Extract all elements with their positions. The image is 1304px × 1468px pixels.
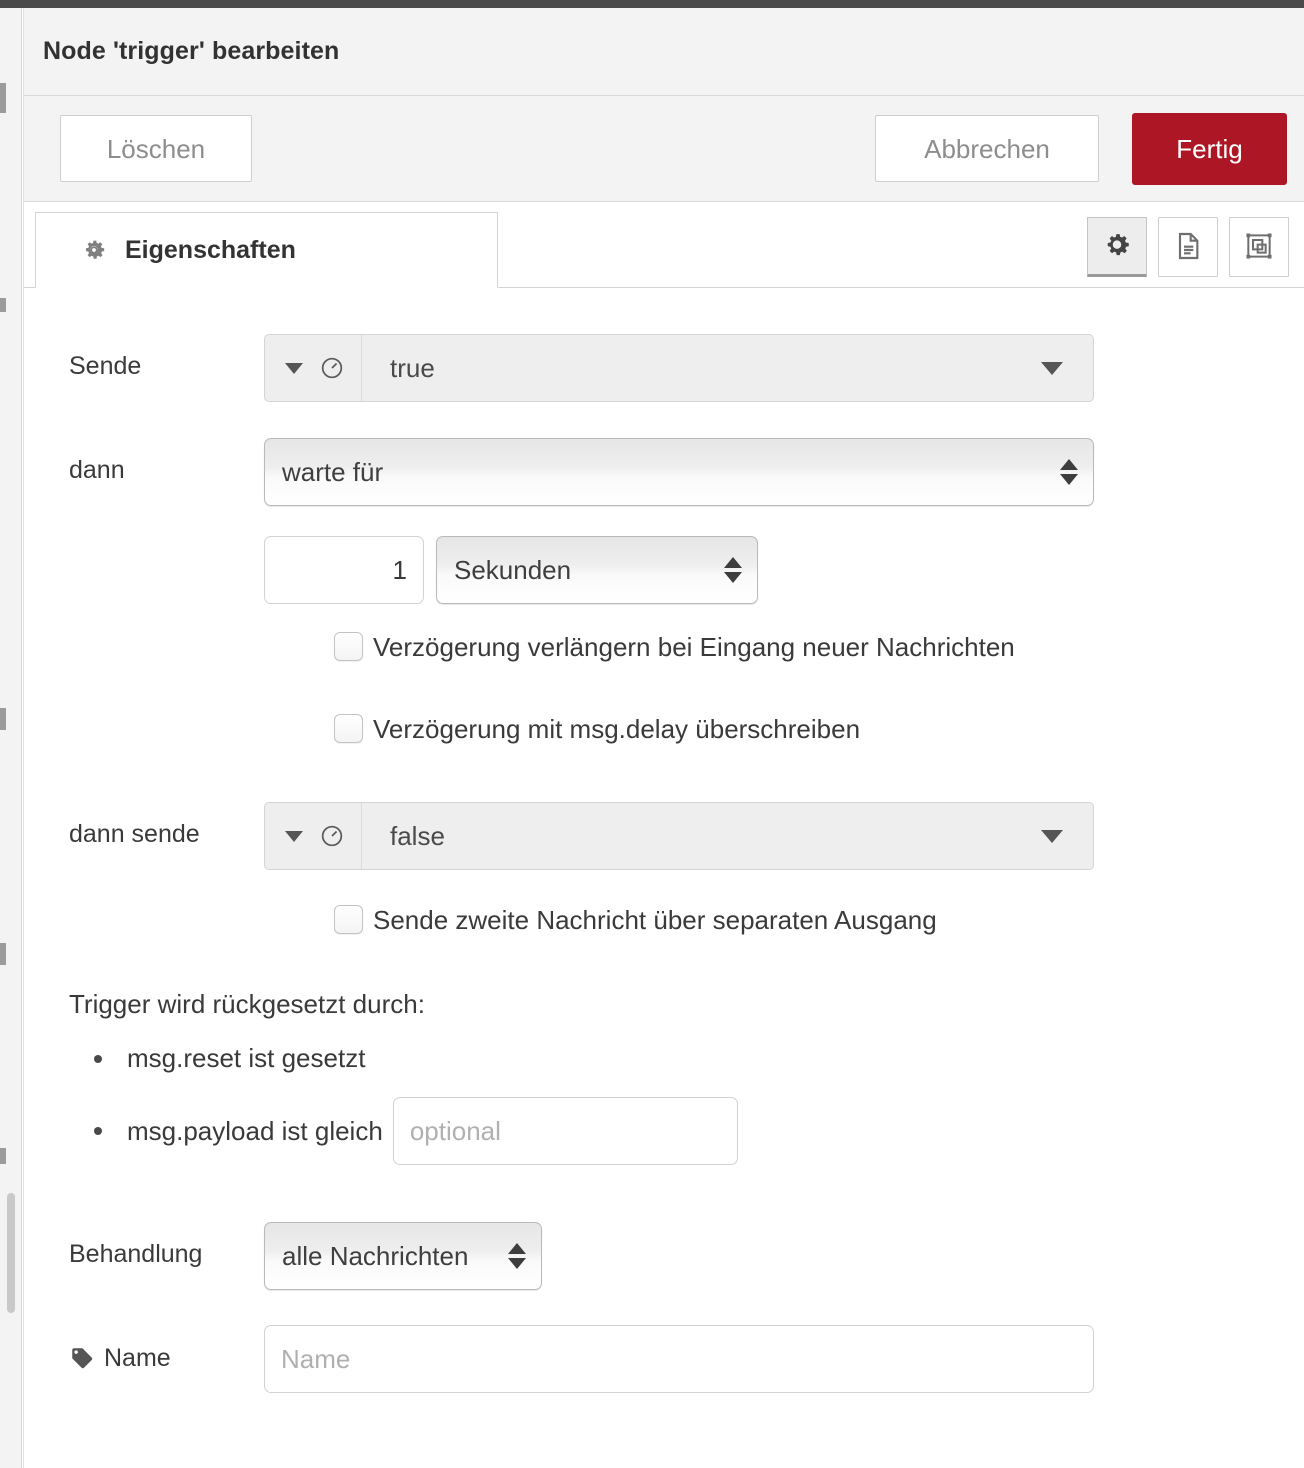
row-duration: Sekunden [24,536,1304,604]
canvas-artifact [0,83,6,113]
bullet-icon [94,1054,102,1063]
canvas-artifact [0,298,6,312]
boolean-icon [319,355,345,381]
handling-select-wrap: alle Nachrichten [264,1222,542,1290]
tab-properties-label: Eigenschaften [125,235,296,264]
send-value: true [390,352,435,383]
tab-tool-buttons [1087,217,1289,277]
canvas-artifact [0,1148,6,1164]
row-name: Name [24,1325,1304,1393]
then-send-value-chevron-down-icon[interactable] [1041,829,1063,843]
tab-properties[interactable]: Eigenschaften [35,212,498,288]
list-item: msg.reset ist gesetzt [94,1043,1304,1074]
handling-select[interactable]: alle Nachrichten [264,1222,542,1290]
delete-button[interactable]: Löschen [60,115,252,182]
page-title: Node 'trigger' bearbeiten [43,37,340,65]
chevron-down-icon [285,830,303,842]
then-send-label: dann sende [69,820,200,848]
bullet-icon [94,1127,102,1135]
extend-delay-checkbox[interactable] [334,632,363,661]
row-override-delay[interactable]: Verzögerung mit msg.delay überschreiben [334,714,1304,743]
name-input[interactable] [264,1325,1094,1393]
done-button[interactable]: Fertig [1132,112,1287,185]
gear-icon [1102,230,1132,263]
canvas-artifact [0,943,6,965]
cancel-button[interactable]: Abbrechen [875,115,1099,182]
tag-icon [69,1345,95,1371]
row-send: Sende true [24,334,1304,402]
gear-icon [81,237,107,263]
dialog-header: Node 'trigger' bearbeiten [24,8,1304,96]
description-icon [1172,230,1204,265]
second-output-label: Sende zweite Nachricht über separaten Au… [373,904,937,935]
dialog-action-bar: Löschen Abbrechen Fertig [24,96,1304,202]
send-value-chevron-down-icon[interactable] [1041,361,1063,375]
list-item: msg.payload ist gleich [94,1097,1304,1165]
reset-bullet-2: msg.payload ist gleich [127,1115,383,1146]
description-tool-button[interactable] [1158,217,1218,277]
canvas-scrollbar[interactable] [7,1193,15,1313]
then-send-type-selector[interactable] [265,803,362,869]
boolean-icon [319,823,345,849]
node-edit-dialog: Node 'trigger' bearbeiten Löschen Abbrec… [23,8,1304,1468]
reset-payload-input[interactable] [392,1097,738,1165]
duration-unit-wrap: Sekunden [436,536,758,604]
tab-strip: Eigenschaften [24,202,1304,288]
reset-bullet-1: msg.reset ist gesetzt [127,1043,366,1073]
appearance-icon [1243,230,1275,265]
row-then: dann warte für [24,438,1304,506]
row-handling: Behandlung alle Nachrichten [24,1222,1304,1290]
then-select-wrap: warte für [264,438,1094,506]
row-extend-delay[interactable]: Verzögerung verlängern bei Eingang neuer… [334,632,1304,661]
name-label-wrap: Name [24,1325,264,1371]
then-send-typed-input[interactable]: false [264,802,1094,870]
reset-conditions-list: msg.reset ist gesetzt msg.payload ist gl… [24,1043,1304,1165]
override-delay-checkbox[interactable] [334,714,363,743]
canvas-artifact [0,708,6,730]
then-select[interactable]: warte für [264,438,1094,506]
properties-tool-button[interactable] [1087,217,1147,277]
extend-delay-label: Verzögerung verlängern bei Eingang neuer… [373,631,1015,662]
browser-chrome-bar [0,0,1304,8]
reset-heading: Trigger wird rückgesetzt durch: [69,989,425,1019]
app-root: Node 'trigger' bearbeiten Löschen Abbrec… [0,0,1304,1468]
duration-unit-select[interactable]: Sekunden [436,536,758,604]
send-label: Sende [69,352,142,380]
second-output-checkbox[interactable] [334,905,363,934]
send-type-selector[interactable] [265,335,362,401]
then-send-value: false [390,820,445,851]
appearance-tool-button[interactable] [1229,217,1289,277]
then-label: dann [69,456,125,484]
properties-form: Sende true dann warte für 1 Sekunden Ver… [24,288,1304,1467]
row-second-output[interactable]: Sende zweite Nachricht über separaten Au… [334,905,1304,934]
chevron-down-icon [285,362,303,374]
row-then-send: dann sende false [24,802,1304,870]
duration-input[interactable] [264,536,424,604]
send-typed-input[interactable]: true [264,334,1094,402]
editor-canvas-strip [0,8,22,1468]
handling-label: Behandlung [69,1240,203,1268]
name-label: Name [104,1343,171,1372]
override-delay-label: Verzögerung mit msg.delay überschreiben [373,713,861,744]
